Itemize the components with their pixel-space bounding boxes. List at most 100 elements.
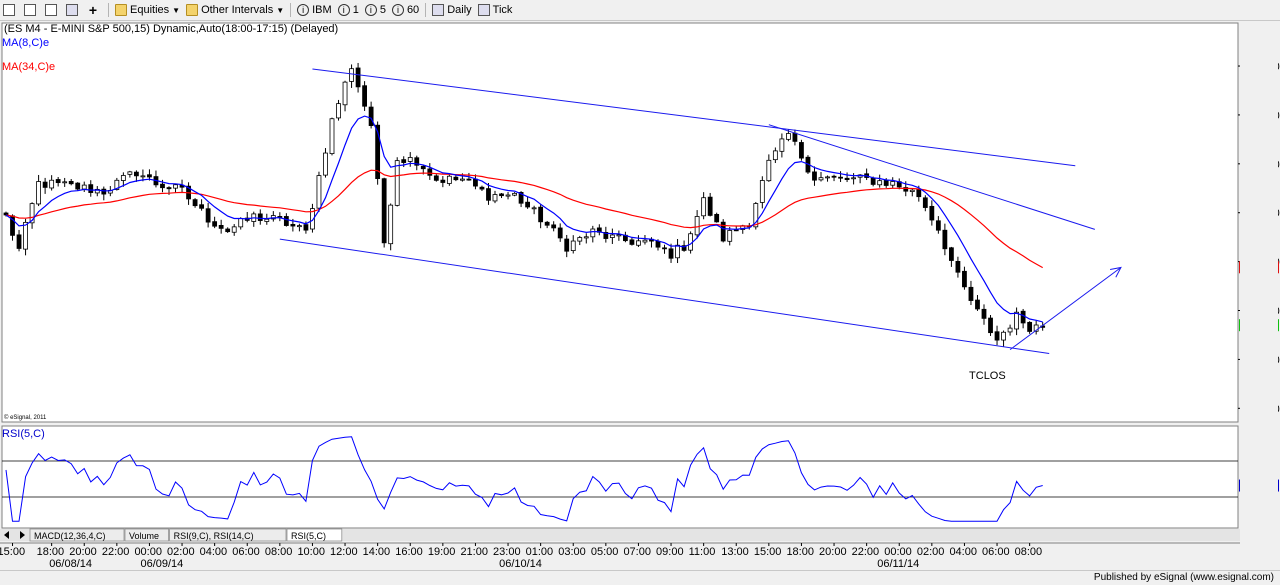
toolbar-plus-button[interactable]: +	[84, 1, 105, 19]
candle-body	[394, 160, 400, 206]
calendar-icon	[432, 4, 445, 16]
candle-body	[870, 177, 876, 185]
toolbar-link-button[interactable]	[42, 1, 63, 19]
candle-body	[290, 223, 296, 227]
candle-body	[799, 142, 804, 159]
candle-body	[88, 184, 94, 193]
candle-body	[257, 213, 263, 221]
folder-icon	[115, 4, 127, 16]
toolbar-daily-button[interactable]: Daily	[429, 1, 474, 19]
candle-body	[525, 201, 530, 208]
chevron-down-icon: ▼	[172, 5, 181, 15]
candle-body	[616, 234, 622, 237]
time-tick-label: 07:00	[623, 546, 651, 558]
candle-body	[427, 168, 433, 176]
time-tick-label: 09:00	[656, 546, 684, 558]
rsi-panel	[1, 425, 1239, 529]
candle-body	[362, 85, 368, 107]
time-tick-label: 15:00	[0, 546, 25, 558]
circle-icon: i	[337, 4, 350, 16]
tab-label: RSI(5,C)	[291, 531, 326, 541]
toolbar-tick-button[interactable]: Tick	[475, 1, 516, 19]
circle-icon: i	[364, 4, 377, 16]
time-tick-label: 03:00	[558, 546, 586, 558]
toolbar-1-button[interactable]: i1	[335, 1, 362, 19]
time-tick-label: 08:00	[265, 546, 293, 558]
candle-body	[355, 67, 361, 88]
candle-body	[218, 225, 224, 229]
toolbar-copy-button[interactable]	[21, 1, 42, 19]
time-tick-label: 20:00	[69, 546, 97, 558]
toolbar-60-button[interactable]: i 60	[389, 1, 422, 19]
candle-body	[557, 227, 563, 239]
candle-body	[160, 183, 165, 189]
candle-body	[942, 229, 948, 250]
candle-body	[968, 286, 974, 301]
new-page-icon	[3, 4, 15, 16]
status-bar: Published by eSignal (www.esignal.com)	[0, 570, 1280, 585]
main-toolbar: + Equities ▼ Other Intervals ▼ i IBM i 1 i 5 i 60 Dai…	[0, 0, 1280, 21]
candle-body	[890, 181, 896, 186]
chevron-down-icon: ▼	[276, 5, 285, 15]
toolbar-grid-button[interactable]	[63, 1, 84, 19]
candle-body	[831, 175, 837, 178]
candle-body	[440, 179, 446, 183]
candle-body	[538, 206, 544, 223]
candle-body	[466, 178, 472, 181]
candle-body	[792, 132, 798, 142]
time-tick-label: 15:00	[754, 546, 782, 558]
candle-body	[1014, 311, 1019, 330]
candle-body	[1001, 331, 1006, 341]
candle-body	[401, 159, 407, 163]
candle-body	[303, 224, 309, 231]
candle-body	[812, 171, 817, 181]
toolbar-new-page-button[interactable]	[0, 1, 21, 19]
time-tick-label: 18:00	[37, 546, 65, 558]
candle-body	[668, 248, 674, 259]
candle-body	[1027, 321, 1033, 332]
candle-body	[446, 175, 452, 184]
price-chart[interactable]: 1955001952501950001947501945001942501940…	[0, 21, 1280, 570]
candle-body	[133, 171, 139, 177]
time-tick-label: 12:00	[330, 546, 358, 558]
candle-body	[786, 133, 791, 140]
candle-body	[733, 229, 739, 232]
candle-body	[564, 238, 570, 252]
copyright-label: © eSignal, 2011	[4, 414, 47, 421]
candle-body	[433, 175, 439, 181]
candle-body	[694, 216, 700, 236]
candle-body	[101, 188, 107, 195]
candle-body	[36, 181, 41, 205]
status-text: Published by eSignal (www.esignal.com)	[1093, 572, 1274, 583]
legend-ma34: MA(34,C)e	[2, 61, 55, 73]
candle-body	[23, 221, 28, 250]
candle-body	[16, 234, 22, 249]
time-tick-label: 05:00	[591, 546, 619, 558]
candle-body	[551, 224, 557, 229]
candle-body	[453, 176, 459, 181]
calendar-icon	[477, 4, 490, 16]
toolbar-ibm-button[interactable]: i IBM	[294, 1, 335, 19]
candle-body	[205, 208, 211, 223]
axis-gutter	[1240, 23, 1278, 529]
time-tick-label: 18:00	[786, 546, 814, 558]
toolbar-equities-button[interactable]: Equities ▼	[112, 1, 183, 19]
candle-body	[662, 247, 667, 250]
candle-body	[642, 239, 648, 243]
toolbar-5-button[interactable]: i5	[362, 1, 389, 19]
candle-body	[62, 181, 68, 184]
candle-body	[147, 174, 152, 178]
candle-body	[264, 218, 270, 222]
candle-body	[42, 181, 48, 188]
candle-body	[877, 180, 883, 186]
toolbar-label: Other Intervals	[201, 4, 274, 16]
time-tick-label: 02:00	[167, 546, 195, 558]
toolbar-other-intervals-button[interactable]: Other Intervals ▼	[183, 1, 287, 19]
candle-body	[199, 204, 205, 209]
circle-icon: i	[391, 4, 404, 16]
toolbar-label: 60	[406, 4, 420, 16]
time-tick-label: 06:00	[232, 546, 260, 558]
candle-body	[981, 308, 987, 319]
candle-body	[675, 244, 680, 259]
candle-body	[935, 220, 941, 231]
